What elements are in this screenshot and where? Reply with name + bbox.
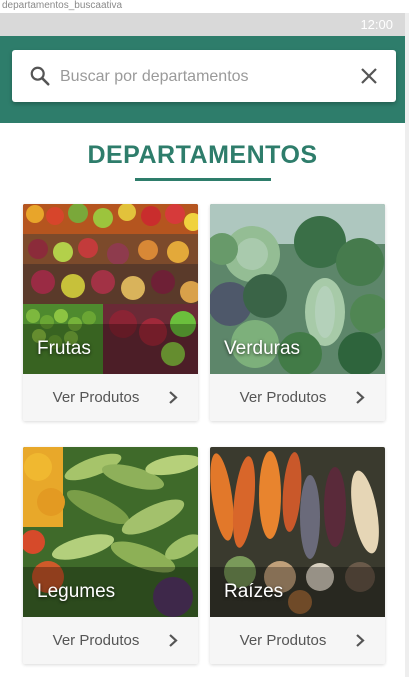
chevron-right-icon — [169, 634, 178, 647]
ver-produtos-label: Ver Produtos — [52, 632, 140, 649]
chevron-right-icon — [356, 634, 365, 647]
legumes-image: Legumes — [23, 447, 198, 617]
frutas-image: Frutas — [23, 204, 198, 374]
chevron-right-icon — [356, 391, 365, 404]
department-label: Frutas — [37, 338, 91, 359]
page-title: DEPARTAMENTOS — [87, 141, 318, 169]
ver-produtos-label: Ver Produtos — [239, 632, 327, 649]
chevron-right-icon — [169, 391, 178, 404]
department-label: Verduras — [224, 338, 301, 359]
department-card-frutas[interactable]: Frutas Ver Produtos — [23, 204, 198, 421]
ver-produtos-button[interactable]: Ver Produtos — [23, 617, 198, 664]
app-header — [0, 36, 405, 123]
ver-produtos-label: Ver Produtos — [239, 389, 327, 406]
status-time: 12:00 — [360, 17, 393, 32]
department-label: Raízes — [224, 581, 284, 602]
department-card-legumes[interactable]: Legumes Ver Produtos — [23, 447, 198, 664]
raizes-image: Raízes — [210, 447, 385, 617]
ver-produtos-button[interactable]: Ver Produtos — [210, 617, 385, 664]
department-card-raizes[interactable]: Raízes Ver Produtos — [210, 447, 385, 664]
status-bar: 12:00 — [0, 13, 405, 36]
department-card-verduras[interactable]: Verduras Ver Produtos — [210, 204, 385, 421]
ver-produtos-button[interactable]: Ver Produtos — [23, 374, 198, 421]
search-input[interactable] — [58, 61, 352, 93]
title-underline — [135, 178, 271, 181]
window-edge — [405, 13, 409, 677]
ver-produtos-label: Ver Produtos — [52, 389, 140, 406]
department-label: Legumes — [37, 581, 116, 602]
ver-produtos-button[interactable]: Ver Produtos — [210, 374, 385, 421]
verduras-image: Verduras — [210, 204, 385, 374]
search-icon — [30, 66, 50, 86]
close-icon[interactable] — [360, 67, 378, 85]
artboard-label: departamentos_buscaativa — [2, 0, 123, 11]
search-box[interactable] — [12, 50, 396, 102]
